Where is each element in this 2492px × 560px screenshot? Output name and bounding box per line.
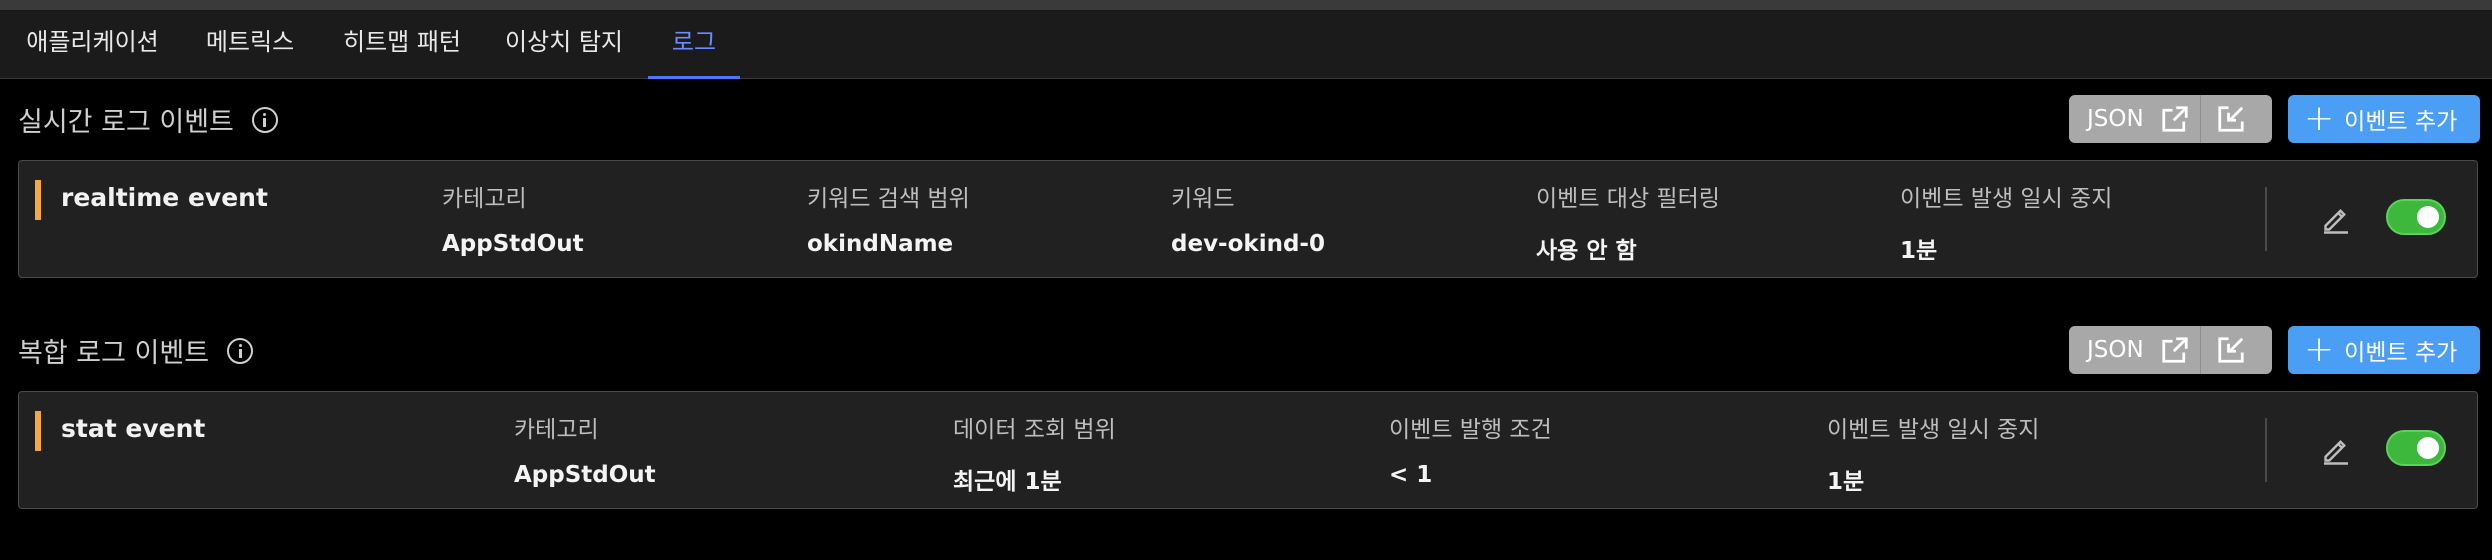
add-event-button[interactable]: + 이벤트 추가 bbox=[2288, 95, 2480, 143]
info-icon[interactable] bbox=[251, 106, 278, 133]
event-name: stat event bbox=[61, 414, 206, 443]
tab-bar: 애플리케이션 메트릭스 히트맵 패턴 이상치 탐지 로그 bbox=[0, 10, 2492, 79]
field-value: 최근에 1분 bbox=[953, 469, 1062, 495]
field-value: 사용 안 함 bbox=[1536, 238, 1637, 264]
event-card-realtime[interactable]: realtime event 카테고리 AppStdOut 키워드 검색 범위 … bbox=[18, 160, 2478, 278]
event-field-category: 카테고리 AppStdOut bbox=[514, 410, 656, 488]
import-json-button[interactable] bbox=[2199, 326, 2261, 374]
event-enabled-toggle[interactable] bbox=[2386, 199, 2446, 235]
field-value: dev-okind-0 bbox=[1171, 231, 1325, 257]
tab-metrics[interactable]: 메트릭스 bbox=[185, 10, 315, 78]
import-icon bbox=[2218, 106, 2244, 132]
field-header: 이벤트 발생 일시 중지 bbox=[1827, 417, 2040, 443]
event-enabled-toggle[interactable] bbox=[2386, 430, 2446, 466]
tab-heatmap-pattern[interactable]: 히트맵 패턴 bbox=[322, 10, 482, 78]
info-icon[interactable] bbox=[227, 337, 254, 364]
section-title: 복합 로그 이벤트 bbox=[18, 338, 210, 369]
field-value: okindName bbox=[807, 231, 954, 257]
json-label: JSON bbox=[2087, 106, 2144, 132]
field-value: < 1 bbox=[1389, 462, 1433, 488]
realtime-section-header: 실시간 로그 이벤트 bbox=[18, 100, 278, 139]
add-event-label: 이벤트 추가 bbox=[2344, 109, 2458, 135]
event-field-pause: 이벤트 발생 일시 중지 1분 bbox=[1827, 410, 2039, 496]
field-value: AppStdOut bbox=[514, 462, 656, 488]
plus-icon: + bbox=[2304, 98, 2335, 139]
tab-log[interactable]: 로그 bbox=[648, 10, 740, 79]
add-event-button[interactable]: + 이벤트 추가 bbox=[2288, 326, 2480, 374]
field-header: 이벤트 발행 조건 bbox=[1389, 417, 1552, 443]
event-card-composite[interactable]: stat event 카테고리 AppStdOut 데이터 조회 범위 최근에 … bbox=[18, 391, 2478, 509]
event-field-trigger-condition: 이벤트 발행 조건 < 1 bbox=[1389, 410, 1552, 488]
field-header: 이벤트 발생 일시 중지 bbox=[1900, 186, 2113, 212]
pencil-icon bbox=[2324, 440, 2348, 465]
field-value: AppStdOut bbox=[442, 231, 584, 257]
toggle-knob bbox=[2417, 437, 2439, 459]
vertical-divider bbox=[2265, 187, 2267, 251]
external-link-icon bbox=[2162, 106, 2188, 132]
tab-anomaly-detection[interactable]: 이상치 탐지 bbox=[489, 10, 639, 78]
field-header: 카테고리 bbox=[442, 186, 527, 212]
event-field-category: 카테고리 AppStdOut bbox=[442, 179, 584, 257]
json-button-group: JSON bbox=[2069, 95, 2272, 143]
json-button-group: JSON bbox=[2069, 326, 2272, 374]
toggle-knob bbox=[2417, 206, 2439, 228]
field-header: 데이터 조회 범위 bbox=[953, 417, 1116, 443]
event-accent-bar bbox=[35, 180, 41, 220]
external-link-icon bbox=[2162, 337, 2188, 363]
field-value: 1분 bbox=[1827, 469, 1865, 495]
pencil-icon bbox=[2324, 209, 2348, 234]
section-title: 실시간 로그 이벤트 bbox=[18, 107, 234, 138]
field-header: 키워드 bbox=[1171, 186, 1235, 212]
plus-icon: + bbox=[2304, 329, 2335, 370]
event-field-target-filter: 이벤트 대상 필터링 사용 안 함 bbox=[1536, 179, 1720, 265]
field-value: 1분 bbox=[1900, 238, 1938, 264]
window-top-border bbox=[0, 0, 2492, 10]
edit-button[interactable] bbox=[2318, 432, 2354, 468]
tab-application[interactable]: 애플리케이션 bbox=[0, 10, 185, 78]
event-field-keyword-scope: 키워드 검색 범위 okindName bbox=[807, 179, 970, 257]
event-field-query-range: 데이터 조회 범위 최근에 1분 bbox=[953, 410, 1116, 496]
edit-button[interactable] bbox=[2318, 201, 2354, 237]
import-json-button[interactable] bbox=[2199, 95, 2261, 143]
export-json-button[interactable]: JSON bbox=[2069, 326, 2200, 374]
field-header: 카테고리 bbox=[514, 417, 599, 443]
field-header: 이벤트 대상 필터링 bbox=[1536, 186, 1720, 212]
field-header: 키워드 검색 범위 bbox=[807, 186, 970, 212]
event-field-keyword: 키워드 dev-okind-0 bbox=[1171, 179, 1325, 257]
vertical-divider bbox=[2265, 418, 2267, 482]
event-field-pause: 이벤트 발생 일시 중지 1분 bbox=[1900, 179, 2112, 265]
event-accent-bar bbox=[35, 411, 41, 451]
composite-section-header: 복합 로그 이벤트 bbox=[18, 331, 254, 370]
event-name: realtime event bbox=[61, 183, 268, 212]
import-icon bbox=[2218, 337, 2244, 363]
export-json-button[interactable]: JSON bbox=[2069, 95, 2200, 143]
add-event-label: 이벤트 추가 bbox=[2344, 340, 2458, 366]
json-label: JSON bbox=[2087, 337, 2144, 363]
